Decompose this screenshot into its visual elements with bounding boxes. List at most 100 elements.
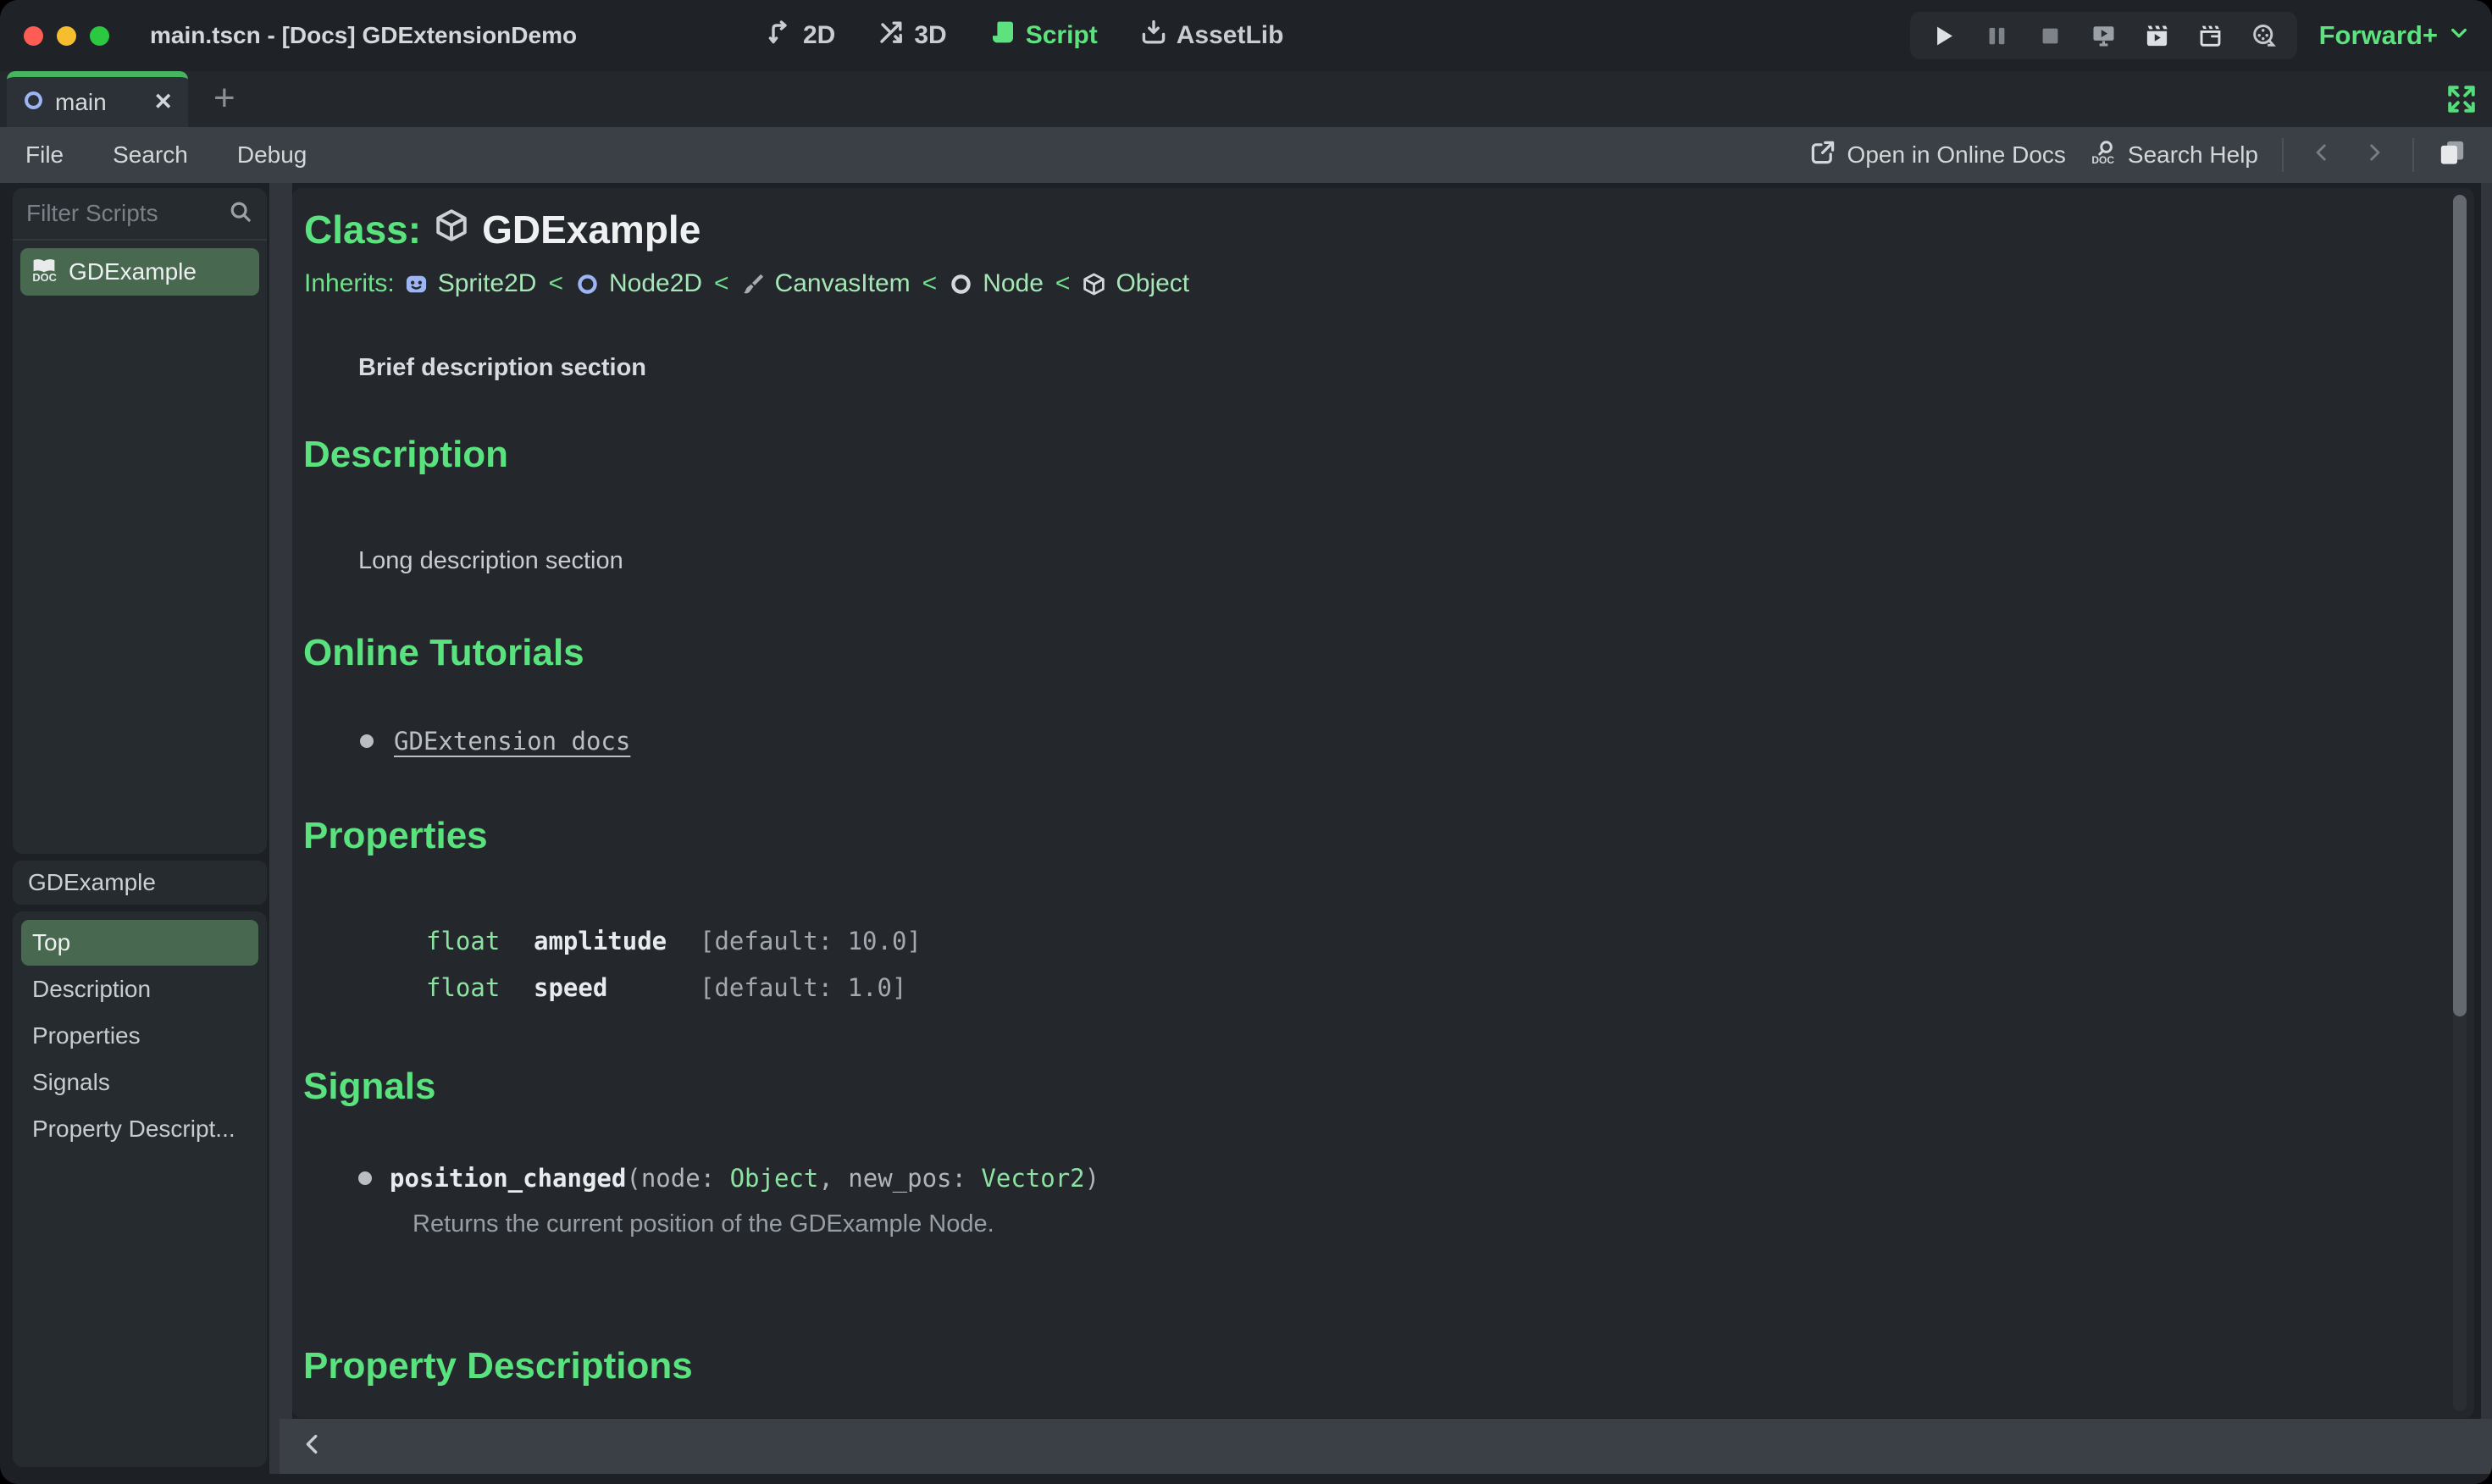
play-custom-scene-button[interactable] xyxy=(2144,23,2170,49)
property-name-link[interactable]: speed xyxy=(534,965,700,1011)
distraction-free-button[interactable] xyxy=(2445,82,2478,120)
menu-debug[interactable]: Debug xyxy=(237,141,307,169)
signal-param-type-link[interactable]: Object xyxy=(730,1164,819,1193)
minimize-window-button[interactable] xyxy=(57,25,76,46)
playback-area: Forward+ xyxy=(1909,0,2470,71)
add-tab-button[interactable]: + xyxy=(213,76,235,120)
inherits-link-canvasitem[interactable]: CanvasItem xyxy=(775,269,911,298)
inherits-link-node[interactable]: Node xyxy=(983,269,1044,298)
filter-scripts-input[interactable] xyxy=(26,200,219,227)
node-icon xyxy=(949,272,973,296)
dock-splitter[interactable] xyxy=(269,183,292,1474)
member-item-description[interactable]: Description xyxy=(21,966,258,1012)
zoom-window-button[interactable] xyxy=(90,25,109,46)
property-name-link[interactable]: amplitude xyxy=(534,918,700,965)
property-row: float amplitude [default: 10.0] xyxy=(426,918,922,965)
workspace-assetlib-label: AssetLib xyxy=(1176,21,1284,49)
signals-heading: Signals xyxy=(303,1066,436,1107)
expand-icon xyxy=(2445,86,2478,119)
scripts-panel: DOC GDExample xyxy=(13,188,267,854)
inherits-link-sprite2d[interactable]: Sprite2D xyxy=(438,269,537,298)
menu-search[interactable]: Search xyxy=(113,141,188,169)
node2d-icon xyxy=(575,272,600,296)
history-back-button[interactable] xyxy=(2307,141,2336,169)
signal-param-type-link[interactable]: Vector2 xyxy=(981,1164,1084,1193)
assetlib-icon xyxy=(1140,19,1167,53)
inherits-link-node2d[interactable]: Node2D xyxy=(609,269,702,298)
member-item-properties[interactable]: Properties xyxy=(21,1013,258,1059)
bullet-icon xyxy=(360,734,374,748)
svg-text:DOC: DOC xyxy=(32,271,56,283)
property-type-link[interactable]: float xyxy=(426,918,534,965)
object-cube-icon xyxy=(434,207,469,252)
3d-icon xyxy=(878,19,905,53)
workspace-2d-label: 2D xyxy=(803,21,836,49)
svg-text:DOC: DOC xyxy=(2091,154,2114,166)
workspace-assetlib-button[interactable]: AssetLib xyxy=(1140,19,1284,53)
close-window-button[interactable] xyxy=(24,25,43,46)
2d-icon xyxy=(767,19,794,53)
class-header: Class: GDExample xyxy=(304,207,701,252)
search-help-button[interactable]: DOC Search Help xyxy=(2090,139,2258,172)
tutorial-link[interactable]: GDExtension docs xyxy=(394,727,630,756)
external-link-icon xyxy=(1809,139,1836,172)
tutorials-heading: Online Tutorials xyxy=(303,632,584,673)
movie-maker-button[interactable] xyxy=(2251,23,2277,49)
chevron-down-icon xyxy=(2448,20,2470,51)
right-dock-edge[interactable] xyxy=(2481,183,2492,1474)
class-name: GDExample xyxy=(482,208,701,252)
member-item-property-descriptions[interactable]: Property Descript... xyxy=(21,1106,258,1152)
play-scene-button[interactable] xyxy=(2091,23,2117,49)
script-list: DOC GDExample xyxy=(13,241,267,303)
godot-editor-window: main.tscn - [Docs] GDExtensionDemo 2D 3D… xyxy=(0,0,2492,1484)
open-online-docs-label: Open in Online Docs xyxy=(1847,141,2066,168)
workspace-2d-button[interactable]: 2D xyxy=(767,19,835,53)
doc-scrollbar[interactable] xyxy=(2453,195,2467,1411)
doc-book-icon: DOC xyxy=(30,256,58,289)
signal-description: Returns the current position of the GDEx… xyxy=(413,1210,994,1238)
tab-label: main xyxy=(55,88,107,115)
movie-clapper-button[interactable] xyxy=(2197,23,2223,49)
workspace-3d-button[interactable]: 3D xyxy=(878,19,947,53)
doc-search-icon: DOC xyxy=(2090,139,2117,172)
workspace-script-label: Script xyxy=(1025,21,1098,49)
documentation-view: Class: GDExample Inherits: Sprite2D < No… xyxy=(292,188,2474,1418)
long-description: Long description section xyxy=(358,547,623,574)
properties-table: float amplitude [default: 10.0] float speed… xyxy=(426,918,922,1011)
script-item-label: GDExample xyxy=(69,258,197,285)
scripts-panel-toggle-button[interactable] xyxy=(2438,138,2467,173)
menu-file[interactable]: File xyxy=(25,141,64,169)
inherits-link-object[interactable]: Object xyxy=(1116,269,1189,298)
renderer-dropdown[interactable]: Forward+ xyxy=(2319,20,2470,51)
renderer-label: Forward+ xyxy=(2318,20,2438,50)
scene-tab-main[interactable]: main ✕ xyxy=(7,71,188,127)
member-item-signals[interactable]: Signals xyxy=(21,1060,258,1105)
separator xyxy=(2282,138,2284,172)
canvasitem-icon xyxy=(741,272,766,296)
member-filter-field[interactable]: GDExample xyxy=(13,861,267,905)
search-help-label: Search Help xyxy=(2127,141,2258,168)
close-tab-icon[interactable]: ✕ xyxy=(153,89,173,115)
workspace-switcher: 2D 3D Script AssetLib xyxy=(767,0,1283,71)
property-descriptions-heading: Property Descriptions xyxy=(303,1345,693,1387)
pause-button[interactable] xyxy=(1984,23,2010,49)
title-bar: main.tscn - [Docs] GDExtensionDemo 2D 3D… xyxy=(0,0,2492,71)
bullet-icon xyxy=(358,1171,372,1185)
sidebar-collapse-button[interactable] xyxy=(300,1431,325,1461)
history-forward-button[interactable] xyxy=(2360,141,2389,169)
stop-button[interactable] xyxy=(2037,23,2063,49)
property-type-link[interactable]: float xyxy=(426,965,534,1011)
bottom-bar xyxy=(280,1419,2492,1474)
menus: File Search Debug xyxy=(25,141,307,169)
description-heading: Description xyxy=(303,434,509,475)
member-item-top[interactable]: Top xyxy=(21,920,258,966)
doc-scrollbar-thumb[interactable] xyxy=(2453,195,2467,1016)
play-button[interactable] xyxy=(1930,23,1957,49)
separator xyxy=(2412,138,2414,172)
script-icon xyxy=(989,19,1016,53)
workspace-script-button[interactable]: Script xyxy=(989,19,1098,53)
member-filter-value: GDExample xyxy=(28,869,156,895)
open-online-docs-button[interactable]: Open in Online Docs xyxy=(1809,139,2066,172)
script-item-gdexample[interactable]: DOC GDExample xyxy=(20,248,259,296)
node2d-icon xyxy=(22,89,45,116)
